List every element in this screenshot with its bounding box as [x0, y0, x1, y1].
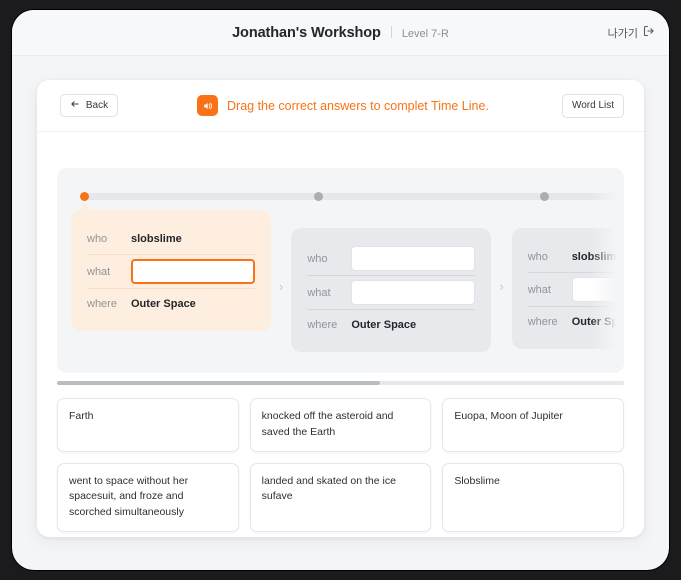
back-button[interactable]: Back	[60, 94, 118, 117]
activity-toolbar: Back Drag the correct answers to complet…	[37, 80, 644, 132]
card-field-what: what	[307, 275, 475, 309]
timeline-dot-2[interactable]	[314, 192, 323, 201]
card-field-where: whereOuter Space	[87, 288, 255, 318]
drop-slot-what[interactable]	[572, 277, 624, 302]
answer-tile[interactable]: Euopa, Moon of Jupiter	[442, 398, 624, 452]
timeline-cards: whoslobslimewhatwhereOuter Space›whowhat…	[71, 210, 624, 352]
card-field-what: what	[87, 254, 255, 288]
answer-tile[interactable]: landed and skated on the ice sufave	[250, 463, 432, 532]
field-label-who: who	[307, 253, 351, 265]
title-divider	[391, 26, 392, 38]
page-title: Jonathan's Workshop	[232, 25, 381, 41]
field-label-who: who	[87, 233, 131, 245]
exit-label: 나가기	[608, 25, 638, 41]
answer-tile[interactable]: Slobslime	[442, 463, 624, 532]
field-label-where: where	[307, 319, 351, 331]
field-value-where: Outer Space	[572, 316, 624, 328]
drop-slot-what[interactable]	[351, 280, 475, 305]
field-label-where: where	[87, 298, 131, 310]
main-panel: Back Drag the correct answers to complet…	[37, 80, 644, 537]
card-field-where: whereOuter Space	[528, 306, 624, 336]
field-value-where: Outer Space	[131, 298, 196, 310]
field-label-what: what	[307, 287, 351, 299]
card-field-who: whoslobslime	[528, 242, 624, 272]
timeline-card-2[interactable]: who what whereOuter Space	[291, 228, 491, 352]
answer-bank: Farthknocked off the asteroid and saved …	[57, 398, 624, 532]
timeline-track	[84, 193, 624, 200]
drop-slot-what[interactable]	[131, 259, 255, 284]
field-label-where: where	[528, 316, 572, 328]
field-value-who: slobslime	[572, 251, 623, 263]
level-label: Level 7-R	[402, 28, 449, 40]
card-field-who: whoslobslime	[87, 224, 255, 254]
chevron-right-icon: ›	[271, 279, 291, 294]
field-label-what: what	[528, 284, 572, 296]
field-value-who: slobslime	[131, 233, 182, 245]
header-title-group: Jonathan's Workshop Level 7-R	[232, 25, 449, 41]
word-list-button[interactable]: Word List	[562, 94, 624, 118]
device-frame: Jonathan's Workshop Level 7-R 나가기	[12, 10, 669, 570]
timeline-scrollbar[interactable]	[57, 381, 624, 385]
card-field-who: who	[307, 242, 475, 275]
answer-tile[interactable]: went to space without her spacesuit, and…	[57, 463, 239, 532]
word-list-label: Word List	[572, 100, 614, 111]
timeline-scrollbar-thumb[interactable]	[57, 381, 380, 385]
drop-slot-who[interactable]	[351, 246, 475, 271]
arrow-left-icon	[70, 99, 80, 112]
instruction-text: Drag the correct answers to complet Time…	[227, 99, 489, 113]
answer-tile[interactable]: knocked off the asteroid and saved the E…	[250, 398, 432, 452]
field-value-where: Outer Space	[351, 319, 416, 331]
logout-icon	[643, 24, 655, 42]
back-label: Back	[86, 100, 108, 111]
chevron-right-icon: ›	[491, 279, 511, 294]
exit-button[interactable]: 나가기	[608, 24, 655, 42]
field-label-what: what	[87, 266, 131, 278]
field-label-who: who	[528, 251, 572, 263]
timeline-region: whoslobslimewhatwhereOuter Space›whowhat…	[57, 168, 624, 373]
speaker-icon[interactable]	[197, 95, 218, 116]
instruction-group: Drag the correct answers to complet Time…	[197, 95, 489, 116]
answer-tile[interactable]: Farth	[57, 398, 239, 452]
card-field-what: what	[528, 272, 624, 306]
timeline-card-3[interactable]: whoslobslime what whereOuter Space	[512, 228, 624, 349]
timeline-dot-3[interactable]	[540, 192, 549, 201]
app-header: Jonathan's Workshop Level 7-R 나가기	[12, 10, 669, 56]
timeline-card-1[interactable]: whoslobslime what whereOuter Space	[71, 210, 271, 331]
card-field-where: whereOuter Space	[307, 309, 475, 339]
timeline-dot-1[interactable]	[80, 192, 89, 201]
